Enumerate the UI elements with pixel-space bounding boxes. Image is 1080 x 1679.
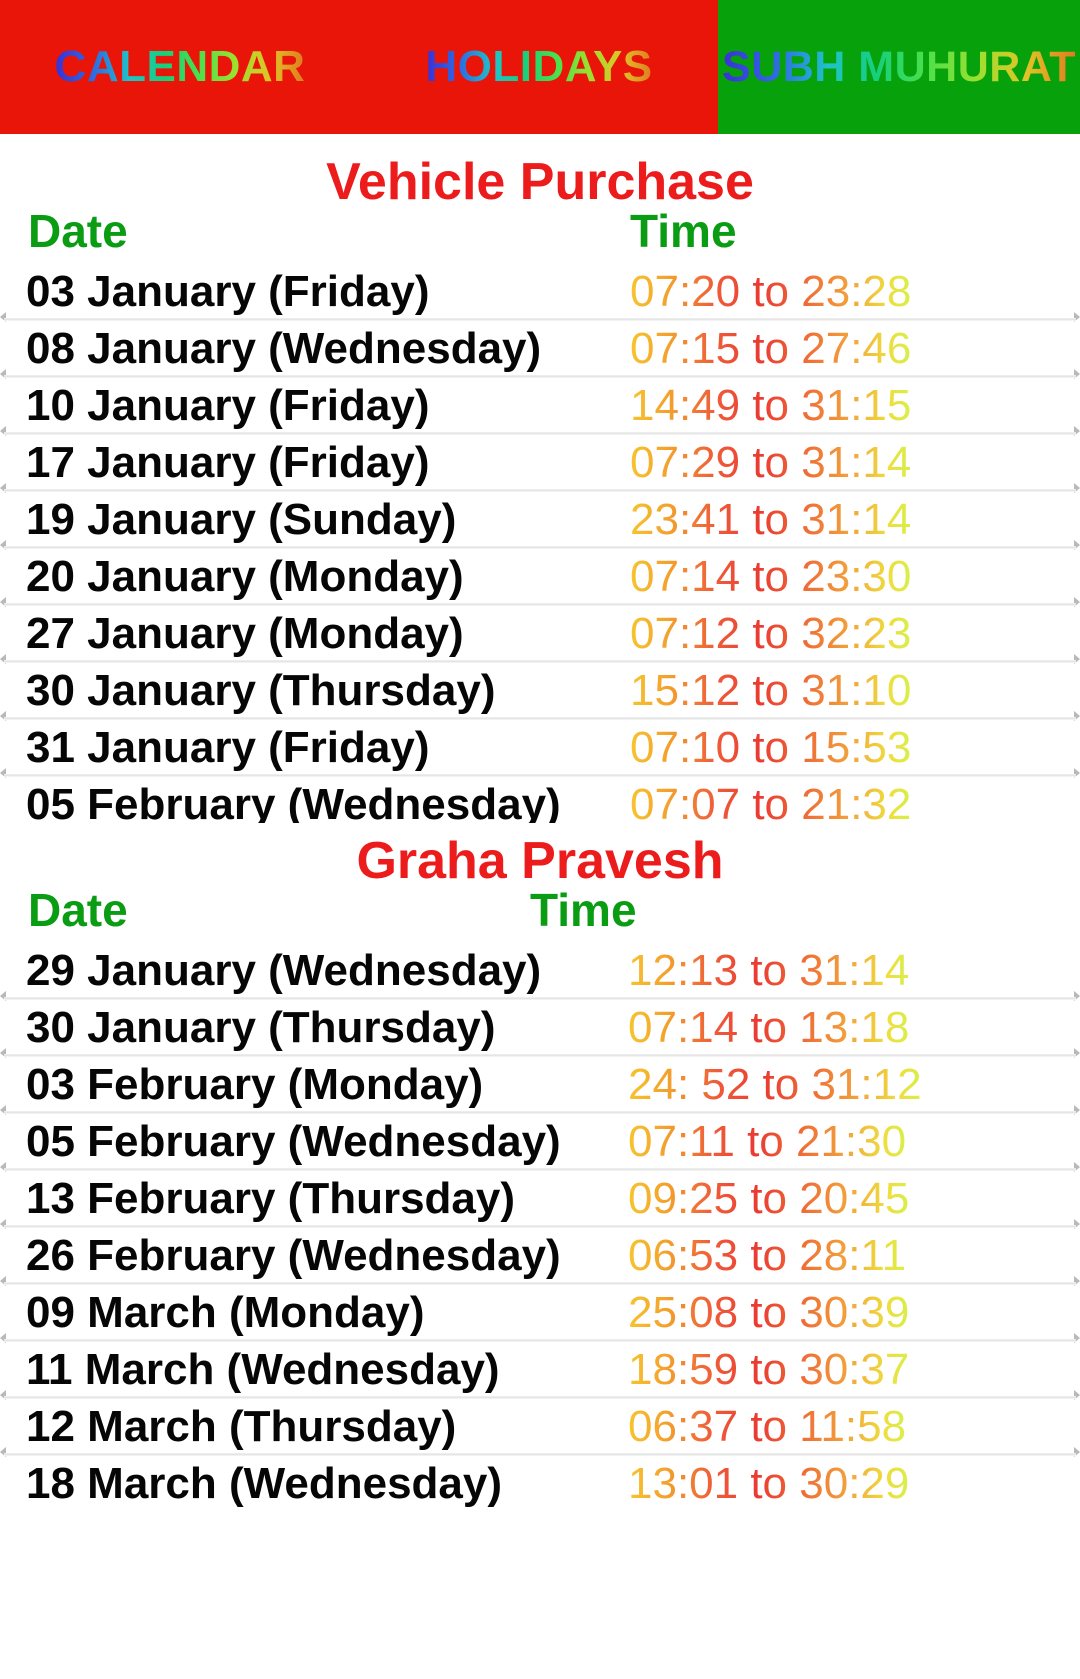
table-row[interactable]: 20 January (Monday) 07:14 to 23:30 — [0, 549, 1080, 607]
cell-date: 27 January (Monday) — [26, 609, 464, 658]
cell-date: 17 January (Friday) — [26, 438, 430, 487]
column-header-time: Time — [630, 205, 737, 257]
cell-date: 18 March (Wednesday) — [26, 1459, 503, 1508]
cell-date: 09 March (Monday) — [26, 1288, 425, 1337]
cell-date: 30 January (Thursday) — [26, 1003, 496, 1052]
cell-time: 06:37 to 11:58 — [628, 1402, 907, 1451]
cell-time: 07:29 to 31:14 — [630, 438, 912, 487]
tab-subh-muhurat-label: SUBH MUHURAT — [722, 42, 1076, 91]
column-header-date: Date — [28, 884, 128, 936]
section-title-graha-pravesh: Graha Pravesh — [356, 832, 724, 890]
table-row[interactable]: 05 February (Wednesday) 07:07 to 21:32 — [0, 777, 1080, 823]
cell-time: 07:20 to 23:28 — [630, 267, 912, 316]
cell-date: 26 February (Wednesday) — [26, 1231, 561, 1280]
cell-time: 07:14 to 13:18 — [628, 1003, 910, 1052]
tab-calendar[interactable]: CALENDAR — [0, 0, 360, 134]
cell-time: 13:01 to 30:29 — [628, 1459, 910, 1508]
table-row[interactable]: 12 March (Thursday) 06:37 to 11:58 — [0, 1399, 1080, 1457]
cell-date: 20 January (Monday) — [26, 552, 464, 601]
cell-date: 03 January (Friday) — [26, 267, 430, 316]
table-row[interactable]: 08 January (Wednesday) 07:15 to 27:46 — [0, 321, 1080, 379]
cell-date: 03 February (Monday) — [26, 1060, 484, 1109]
table-row[interactable]: 11 March (Wednesday) 18:59 to 30:37 — [0, 1342, 1080, 1400]
cell-date: 10 January (Friday) — [26, 381, 430, 430]
cell-time: 12:13 to 31:14 — [628, 946, 910, 995]
cell-date: 30 January (Thursday) — [26, 666, 496, 715]
tab-subh-muhurat[interactable]: SUBH MUHURAT — [718, 0, 1080, 134]
section-title-vehicle-purchase: Vehicle Purchase — [326, 153, 754, 211]
column-header-row-vehicle-purchase: Date Time — [0, 208, 1080, 264]
table-row[interactable]: 31 January (Friday) 07:10 to 15:53 — [0, 720, 1080, 778]
cell-time: 07:10 to 15:53 — [630, 723, 912, 772]
cell-time: 24: 52 to 31:12 — [628, 1060, 922, 1109]
table-vehicle-purchase: 03 January (Friday) 07:20 to 23:28 08 Ja… — [0, 264, 1080, 823]
cell-time: 09:25 to 20:45 — [628, 1174, 910, 1223]
tab-holidays-label: HOLIDAYS — [425, 42, 653, 91]
cell-time: 06:53 to 28:11 — [628, 1231, 907, 1280]
cell-time: 15:12 to 31:10 — [630, 666, 912, 715]
cell-date: 31 January (Friday) — [26, 723, 430, 772]
table-row[interactable]: 13 February (Thursday) 09:25 to 20:45 — [0, 1171, 1080, 1229]
column-header-time: Time — [530, 884, 637, 936]
cell-time: 07:15 to 27:46 — [630, 324, 912, 373]
table-row[interactable]: 26 February (Wednesday) 06:53 to 28:11 — [0, 1228, 1080, 1286]
cell-date: 13 February (Thursday) — [26, 1174, 516, 1223]
cell-date: 08 January (Wednesday) — [26, 324, 542, 373]
table-row[interactable]: 27 January (Monday) 07:12 to 32:23 — [0, 606, 1080, 664]
section-graha-pravesh: Graha Pravesh Date Time 29 January (Wedn… — [0, 835, 1080, 1513]
cell-date: 29 January (Wednesday) — [26, 946, 542, 995]
cell-time: 23:41 to 31:14 — [630, 495, 912, 544]
cell-date: 12 March (Thursday) — [26, 1402, 457, 1451]
cell-date: 19 January (Sunday) — [26, 495, 457, 544]
cell-time: 18:59 to 30:37 — [628, 1345, 910, 1394]
cell-time: 07:07 to 21:32 — [630, 779, 911, 823]
cell-date: 11 March (Wednesday) — [26, 1345, 500, 1394]
cell-time: 07:12 to 32:23 — [630, 609, 912, 658]
table-row[interactable]: 03 February (Monday) 24: 52 to 31:12 — [0, 1057, 1080, 1115]
table-row[interactable]: 17 January (Friday) 07:29 to 31:14 — [0, 435, 1080, 493]
column-header-row-graha-pravesh: Date Time — [0, 887, 1080, 943]
table-graha-pravesh: 29 January (Wednesday) 12:13 to 31:14 30… — [0, 943, 1080, 1513]
column-header-date: Date — [28, 205, 128, 257]
cell-time: 14:49 to 31:15 — [630, 381, 912, 430]
cell-date: 05 February (Wednesday) — [26, 780, 561, 823]
table-row[interactable]: 10 January (Friday) 14:49 to 31:15 — [0, 378, 1080, 436]
section-vehicle-purchase: Vehicle Purchase Date Time 03 January (F… — [0, 156, 1080, 823]
cell-date: 05 February (Wednesday) — [26, 1117, 561, 1166]
tab-calendar-label: CALENDAR — [54, 42, 306, 91]
table-row[interactable]: 19 January (Sunday) 23:41 to 31:14 — [0, 492, 1080, 550]
table-row[interactable]: 09 March (Monday) 25:08 to 30:39 — [0, 1285, 1080, 1343]
table-row[interactable]: 30 January (Thursday) 07:14 to 13:18 — [0, 1000, 1080, 1058]
table-row[interactable]: 29 January (Wednesday) 12:13 to 31:14 — [0, 943, 1080, 1001]
table-row[interactable]: 03 January (Friday) 07:20 to 23:28 — [0, 264, 1080, 322]
table-row[interactable]: 05 February (Wednesday) 07:11 to 21:30 — [0, 1114, 1080, 1172]
cell-time: 07:14 to 23:30 — [630, 552, 912, 601]
tab-bar: CALENDAR HOLIDAYS SUBH MUHURAT — [0, 0, 1080, 134]
table-row[interactable]: 18 March (Wednesday) 13:01 to 30:29 — [0, 1456, 1080, 1513]
cell-time: 25:08 to 30:39 — [628, 1288, 910, 1337]
cell-time: 07:11 to 21:30 — [628, 1117, 907, 1166]
table-row[interactable]: 30 January (Thursday) 15:12 to 31:10 — [0, 663, 1080, 721]
tab-holidays[interactable]: HOLIDAYS — [360, 0, 718, 134]
